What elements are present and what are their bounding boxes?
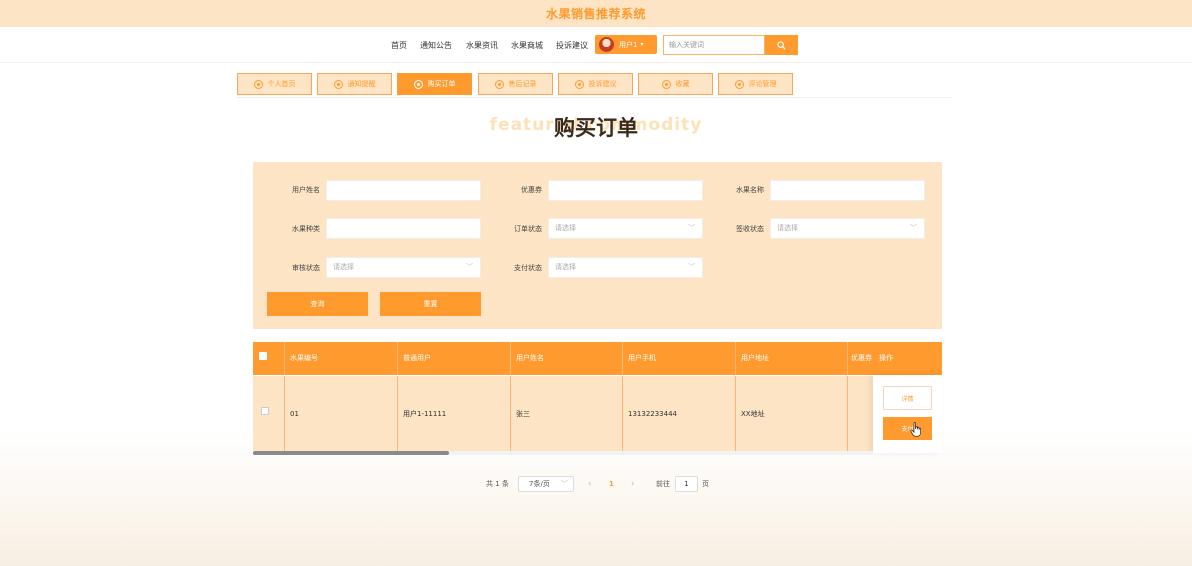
pagination-total: 共 1 条 bbox=[486, 480, 509, 488]
header-name: 用户姓名 bbox=[511, 342, 623, 375]
tab-label: 购买订单 bbox=[427, 80, 456, 88]
order-status-select[interactable]: 请选择 ﹀ bbox=[548, 218, 703, 239]
chevron-down-icon: ﹀ bbox=[466, 263, 473, 271]
sign-status-label: 签收状态 bbox=[736, 225, 764, 233]
site-title: 水果销售推荐系统 bbox=[545, 7, 646, 21]
fruit-name-label: 水果名称 bbox=[736, 186, 764, 194]
tabs-spacer bbox=[796, 73, 872, 95]
coupon-field[interactable] bbox=[548, 180, 703, 201]
select-placeholder: 请选择 bbox=[777, 224, 798, 232]
search-button[interactable] bbox=[765, 35, 798, 55]
nav-link-home[interactable]: 首页 bbox=[391, 40, 407, 51]
cell-address: XX地址 bbox=[736, 376, 848, 452]
page-size-value: 7条/页 bbox=[529, 480, 550, 488]
user-name-field[interactable] bbox=[326, 180, 481, 201]
detail-button[interactable]: 详情 bbox=[883, 386, 932, 410]
cell-user: 用户1-11111 bbox=[398, 376, 511, 452]
tab-comments[interactable]: 评论管理 bbox=[718, 73, 793, 95]
target-icon bbox=[661, 79, 671, 89]
tab-label: 通知提醒 bbox=[347, 80, 376, 88]
query-button[interactable]: 查询 bbox=[267, 292, 368, 316]
header-address: 用户地址 bbox=[736, 342, 848, 375]
pay-button[interactable]: 支付 bbox=[883, 417, 932, 440]
order-status-label: 订单状态 bbox=[514, 225, 542, 233]
header-actions: 操作 bbox=[873, 342, 942, 375]
user-menu-button[interactable]: 用户1 ▾ bbox=[595, 35, 657, 54]
page-number-current[interactable]: 1 bbox=[609, 476, 614, 492]
target-icon bbox=[494, 79, 504, 89]
select-placeholder: 请选择 bbox=[555, 263, 576, 271]
user-name-label: 用户姓名 bbox=[292, 186, 320, 194]
tab-after-sales[interactable]: 售后记录 bbox=[478, 73, 553, 95]
pay-status-label: 支付状态 bbox=[514, 264, 542, 272]
next-page-button[interactable]: › bbox=[631, 476, 635, 492]
fruit-name-field[interactable] bbox=[770, 180, 925, 201]
select-all-checkbox[interactable] bbox=[259, 352, 267, 360]
target-icon bbox=[333, 79, 343, 89]
row-checkbox[interactable] bbox=[261, 407, 269, 415]
page-size-select[interactable]: 7条/页 ﹀ bbox=[518, 476, 574, 492]
avatar bbox=[599, 37, 614, 52]
tab-notifications[interactable]: 通知提醒 bbox=[317, 73, 392, 95]
target-icon bbox=[734, 79, 744, 89]
header-fruit-no: 水果编号 bbox=[285, 342, 398, 375]
target-icon bbox=[574, 79, 584, 89]
orders-table: 水果编号 普通用户 用户姓名 用户手机 用户地址 优惠券 01 用户1-1111… bbox=[253, 342, 942, 453]
chevron-down-icon: ▾ bbox=[640, 41, 644, 48]
reset-button[interactable]: 重置 bbox=[380, 292, 481, 316]
user-name: 用户1 bbox=[619, 40, 638, 49]
cell-phone: 13132233444 bbox=[623, 376, 736, 452]
select-placeholder: 请选择 bbox=[333, 263, 354, 271]
nav-link-news[interactable]: 水果资讯 bbox=[466, 40, 498, 51]
chevron-down-icon: ﹀ bbox=[561, 480, 568, 488]
sign-status-select[interactable]: 请选择 ﹀ bbox=[770, 218, 925, 239]
search-input[interactable]: 输入关键词 bbox=[663, 35, 765, 55]
fruit-type-field[interactable] bbox=[326, 218, 481, 239]
coupon-label: 优惠券 bbox=[521, 186, 542, 194]
tab-orders[interactable]: 购买订单 bbox=[397, 73, 472, 95]
cell-name: 张三 bbox=[511, 376, 623, 452]
table-scrollbar-thumb[interactable] bbox=[253, 451, 449, 455]
goto-suffix: 页 bbox=[702, 480, 709, 488]
row-select-cell bbox=[253, 376, 285, 452]
tab-favorites[interactable]: 收藏 bbox=[638, 73, 713, 95]
header-user: 普通用户 bbox=[398, 342, 511, 375]
nav-link-notice[interactable]: 通知公告 bbox=[420, 40, 452, 51]
top-banner: 水果销售推荐系统 bbox=[0, 0, 1192, 27]
tab-complaints[interactable]: 投诉建议 bbox=[558, 73, 633, 95]
hand-pointer-icon bbox=[910, 422, 921, 437]
nav-link-mall[interactable]: 水果商城 bbox=[511, 40, 543, 51]
select-placeholder: 请选择 bbox=[555, 224, 576, 232]
chevron-down-icon: ﹀ bbox=[688, 263, 695, 271]
tab-label: 售后记录 bbox=[508, 80, 537, 88]
header-phone: 用户手机 bbox=[623, 342, 736, 375]
tab-profile[interactable]: 个人首页 bbox=[237, 73, 312, 95]
target-icon bbox=[413, 79, 423, 89]
page-title: 购买订单 bbox=[554, 116, 638, 140]
tab-label: 评论管理 bbox=[748, 80, 777, 88]
search-icon bbox=[777, 40, 786, 50]
nav-link-feedback[interactable]: 投诉建议 bbox=[556, 40, 588, 51]
cell-fruit-no: 01 bbox=[285, 376, 398, 452]
audit-status-label: 审核状态 bbox=[292, 264, 320, 272]
prev-page-button[interactable]: ‹ bbox=[588, 476, 592, 492]
pay-status-select[interactable]: 请选择 ﹀ bbox=[548, 257, 703, 278]
chevron-down-icon: ﹀ bbox=[910, 224, 917, 232]
tab-label: 投诉建议 bbox=[588, 80, 617, 88]
goto-prefix: 前往 bbox=[656, 480, 670, 488]
fruit-type-label: 水果种类 bbox=[292, 225, 320, 233]
audit-status-select[interactable]: 请选择 ﹀ bbox=[326, 257, 481, 278]
goto-page-input[interactable]: 1 bbox=[675, 476, 698, 492]
select-all-header bbox=[253, 342, 285, 375]
tab-label: 个人首页 bbox=[267, 80, 296, 88]
chevron-down-icon: ﹀ bbox=[688, 224, 695, 232]
tab-label: 收藏 bbox=[675, 80, 690, 88]
target-icon bbox=[253, 79, 263, 89]
